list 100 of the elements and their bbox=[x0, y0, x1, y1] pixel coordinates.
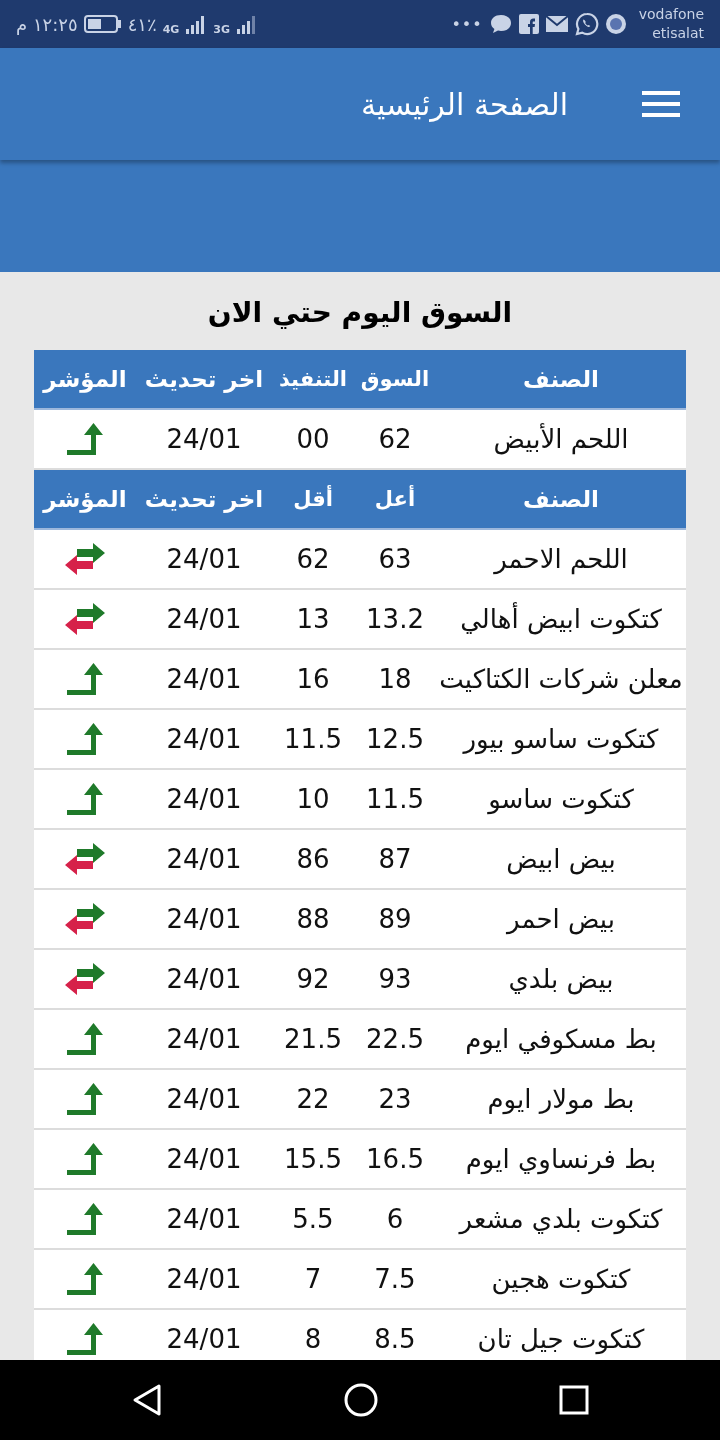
column-header: الصنف bbox=[522, 366, 600, 392]
table-cell-text: 23 bbox=[377, 1084, 413, 1114]
table-cell-text: بط مولار ايوم bbox=[486, 1084, 636, 1114]
table-cell-text: 16 bbox=[295, 664, 331, 694]
round-badge-icon bbox=[604, 13, 627, 35]
table-cell-text: 24/01 bbox=[165, 1024, 243, 1054]
recent-apps-icon[interactable] bbox=[559, 1385, 590, 1415]
table-cell-text: 12.5 bbox=[365, 724, 425, 754]
table-cell-text: 13 bbox=[295, 604, 331, 634]
table-cell-text: 24/01 bbox=[165, 1204, 243, 1234]
table-cell-text: 22 bbox=[295, 1084, 331, 1114]
table-cell-text: 24/01 bbox=[165, 664, 243, 694]
carrier-name: etisalat bbox=[652, 24, 704, 43]
table-cell-text: 5.5 bbox=[291, 1204, 335, 1234]
section-title: السوق اليوم حتي الان bbox=[206, 295, 514, 331]
battery-percent: ٤١٪ bbox=[127, 13, 157, 35]
table-cell-text: 24/01 bbox=[165, 784, 243, 814]
table-cell-text: 11.5 bbox=[283, 724, 343, 754]
table-cell-text: 24/01 bbox=[165, 724, 243, 754]
column-header: أعل bbox=[373, 487, 417, 511]
table-cell-text: 93 bbox=[377, 964, 413, 994]
facebook-icon bbox=[518, 14, 539, 34]
table-cell-text: 92 bbox=[295, 964, 331, 994]
table-cell-text: 24/01 bbox=[165, 424, 243, 454]
two-way-arrow-icon bbox=[63, 962, 107, 996]
table-cell-text: 62 bbox=[377, 424, 413, 454]
mail-icon bbox=[544, 15, 569, 33]
chat-bubble-icon bbox=[488, 13, 513, 35]
table-cell-text: 16.5 bbox=[365, 1144, 425, 1174]
table-cell-text: بط فرنساوي ايوم bbox=[464, 1144, 658, 1174]
up-turn-arrow-icon bbox=[65, 1141, 105, 1177]
table-cell-text: معلن شركات الكتاكيت bbox=[438, 664, 684, 694]
column-header: أقل bbox=[292, 487, 334, 511]
table-cell-text: 63 bbox=[377, 544, 413, 574]
up-turn-arrow-icon bbox=[65, 661, 105, 697]
column-header: اخر تحديث bbox=[143, 366, 265, 392]
table-cell-text: 7.5 bbox=[373, 1264, 417, 1294]
table-cell-text: 24/01 bbox=[165, 604, 243, 634]
carrier-name: vodafone bbox=[638, 5, 704, 24]
two-way-arrow-icon bbox=[63, 902, 107, 936]
up-turn-arrow-icon bbox=[65, 421, 105, 457]
table-cell-text: 10 bbox=[295, 784, 331, 814]
table-cell-text: 15.5 bbox=[283, 1144, 343, 1174]
column-header: السوق bbox=[359, 367, 431, 391]
two-way-arrow-icon bbox=[63, 542, 107, 576]
column-header: الصنف bbox=[522, 486, 600, 512]
table-cell-text: 18 bbox=[377, 664, 413, 694]
network-type: 3G bbox=[213, 22, 230, 36]
column-header: التنفيذ bbox=[277, 367, 348, 391]
page-title: الصفحة الرئيسية bbox=[361, 86, 568, 122]
home-icon[interactable] bbox=[344, 1383, 378, 1417]
up-turn-arrow-icon bbox=[65, 1321, 105, 1357]
table-cell-text: بط مسكوفي ايوم bbox=[464, 1024, 658, 1054]
table-cell-text: 24/01 bbox=[165, 904, 243, 934]
table-cell-text: 24/01 bbox=[165, 1324, 243, 1354]
network-type: 4G bbox=[162, 22, 180, 36]
table-cell-text: بيض احمر bbox=[505, 904, 616, 934]
two-way-arrow-icon bbox=[63, 602, 107, 636]
up-turn-arrow-icon bbox=[65, 781, 105, 817]
table-cell-text: كتكوت ساسو bbox=[486, 784, 635, 814]
table-cell-text: 8.5 bbox=[373, 1324, 417, 1354]
phone-bubble-icon bbox=[574, 12, 599, 36]
table-cell-text: 24/01 bbox=[165, 1264, 243, 1294]
table-cell-text: 62 bbox=[295, 544, 331, 574]
up-turn-arrow-icon bbox=[65, 1081, 105, 1117]
battery-icon bbox=[83, 15, 122, 33]
table-cell-text: 24/01 bbox=[165, 1084, 243, 1114]
table-cell-text: 22.5 bbox=[365, 1024, 425, 1054]
signal-icon bbox=[236, 13, 258, 35]
table-cell-text: 86 bbox=[295, 844, 331, 874]
column-header: المؤشر bbox=[41, 486, 128, 512]
column-header: اخر تحديث bbox=[143, 486, 265, 512]
two-way-arrow-icon bbox=[63, 842, 107, 876]
clock: ١٢:٢٥ م bbox=[16, 13, 78, 35]
table-cell-text: 88 bbox=[295, 904, 331, 934]
table-cell-text: اللحم الاحمر bbox=[492, 544, 629, 574]
table-cell-text: 11.5 bbox=[365, 784, 425, 814]
table-cell-text: كتكوت ساسو بيور bbox=[461, 724, 660, 754]
table-cell-text: اللحم الأبيض bbox=[492, 424, 630, 454]
more-notifications: ••• bbox=[451, 14, 483, 34]
menu-icon bbox=[642, 90, 680, 118]
table-cell-text: كتكوت جيل تان bbox=[476, 1324, 646, 1354]
table-cell-text: 7 bbox=[303, 1264, 323, 1294]
up-turn-arrow-icon bbox=[65, 1261, 105, 1297]
table-cell-text: 6 bbox=[385, 1204, 405, 1234]
table-cell-text: كتكوت هجين bbox=[490, 1264, 632, 1294]
table-cell-text: بيض بلدي bbox=[507, 964, 615, 994]
table-cell-text: 00 bbox=[295, 424, 331, 454]
table-cell-text: كتكوت ابيض أهالي bbox=[459, 604, 663, 634]
table-cell-text: 24/01 bbox=[165, 544, 243, 574]
table-cell-text: 87 bbox=[377, 844, 413, 874]
up-turn-arrow-icon bbox=[65, 1201, 105, 1237]
table-cell-text: 24/01 bbox=[165, 844, 243, 874]
column-header: المؤشر bbox=[41, 366, 128, 392]
up-turn-arrow-icon bbox=[65, 721, 105, 757]
table-cell-text: 24/01 bbox=[165, 1144, 243, 1174]
table-cell-text: 24/01 bbox=[165, 964, 243, 994]
table-cell-text: 21.5 bbox=[283, 1024, 343, 1054]
up-turn-arrow-icon bbox=[65, 1021, 105, 1057]
table-cell-text: بيض ابيض bbox=[505, 844, 617, 874]
